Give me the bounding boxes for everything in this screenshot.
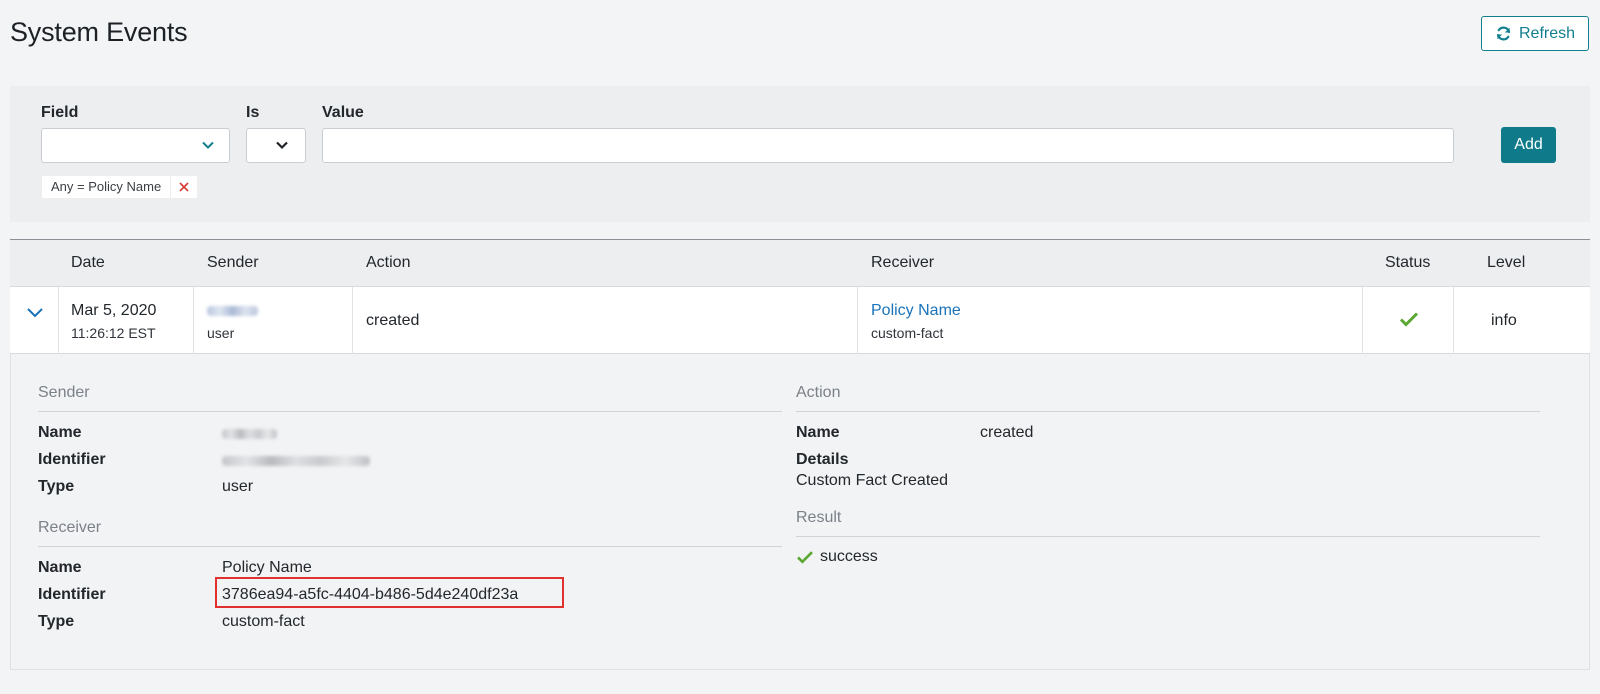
redacted-sender-name-value bbox=[222, 429, 277, 439]
filter-chip-text: Any = Policy Name bbox=[42, 176, 171, 198]
refresh-icon bbox=[1496, 26, 1511, 41]
add-label: Add bbox=[1514, 136, 1543, 153]
redacted-sender-identifier bbox=[222, 456, 370, 466]
is-label: Is bbox=[246, 104, 260, 121]
sender-section-title: Sender bbox=[38, 384, 90, 401]
sender-type: user bbox=[207, 325, 235, 341]
event-level: info bbox=[1491, 312, 1517, 329]
receiver-type-value: custom-fact bbox=[222, 613, 305, 630]
receiver-name-label: Name bbox=[38, 559, 82, 576]
value-label: Value bbox=[322, 104, 364, 121]
is-select[interactable] bbox=[246, 128, 306, 163]
filter-chip: Any = Policy Name bbox=[42, 176, 198, 198]
event-detail-panel: Sender Name Identifier Type user Receive… bbox=[10, 354, 1590, 670]
column-header-level[interactable]: Level bbox=[1487, 254, 1525, 272]
result-value: success bbox=[820, 548, 878, 565]
receiver-identifier-label: Identifier bbox=[38, 586, 106, 603]
refresh-label: Refresh bbox=[1518, 24, 1576, 42]
success-check-icon bbox=[1399, 312, 1419, 327]
chevron-down-icon bbox=[202, 141, 214, 149]
column-header-action[interactable]: Action bbox=[366, 254, 410, 272]
page-title: System Events bbox=[10, 17, 188, 47]
remove-filter-button[interactable] bbox=[171, 176, 198, 198]
events-table: Date Sender Action Receiver Status Level… bbox=[10, 239, 1590, 354]
filter-panel: Field Is Value Add Any = Policy Name bbox=[10, 86, 1590, 222]
table-row[interactable]: Mar 5, 2020 11:26:12 EST user created Po… bbox=[10, 287, 1590, 354]
receiver-link[interactable]: Policy Name bbox=[871, 302, 961, 320]
close-icon bbox=[179, 182, 189, 192]
sender-type-value: user bbox=[222, 478, 254, 495]
sender-identifier-label: Identifier bbox=[38, 451, 106, 468]
expand-chevron-icon[interactable] bbox=[26, 305, 44, 319]
chevron-down-icon bbox=[276, 141, 288, 150]
identifier-highlight-box bbox=[215, 577, 564, 608]
action-section-title: Action bbox=[796, 384, 841, 401]
receiver-name-value: Policy Name bbox=[222, 559, 312, 576]
field-label: Field bbox=[41, 104, 79, 121]
column-header-sender[interactable]: Sender bbox=[207, 254, 259, 272]
receiver-type: custom-fact bbox=[871, 325, 944, 341]
field-select[interactable] bbox=[41, 128, 230, 163]
sender-type-label: Type bbox=[38, 478, 75, 495]
success-check-icon bbox=[797, 551, 813, 564]
event-time: 11:26:12 EST bbox=[71, 325, 156, 341]
receiver-section-title: Receiver bbox=[38, 519, 102, 536]
action-details-value: Custom Fact Created bbox=[796, 472, 949, 489]
add-button[interactable]: Add bbox=[1501, 127, 1556, 163]
receiver-type-label: Type bbox=[38, 613, 75, 630]
value-input[interactable] bbox=[322, 128, 1454, 163]
action-name-label: Name bbox=[796, 424, 840, 441]
column-header-date[interactable]: Date bbox=[71, 254, 105, 272]
event-action: created bbox=[366, 312, 420, 329]
table-header: Date Sender Action Receiver Status Level bbox=[10, 240, 1590, 287]
sender-name-label: Name bbox=[38, 424, 82, 441]
column-header-status[interactable]: Status bbox=[1385, 254, 1430, 272]
action-name-value: created bbox=[980, 424, 1034, 441]
refresh-button[interactable]: Refresh bbox=[1481, 16, 1589, 51]
action-details-label: Details bbox=[796, 451, 849, 468]
event-date: Mar 5, 2020 bbox=[71, 302, 157, 319]
column-header-receiver[interactable]: Receiver bbox=[871, 254, 934, 272]
result-section-title: Result bbox=[796, 509, 842, 526]
redacted-sender-name bbox=[207, 306, 258, 316]
